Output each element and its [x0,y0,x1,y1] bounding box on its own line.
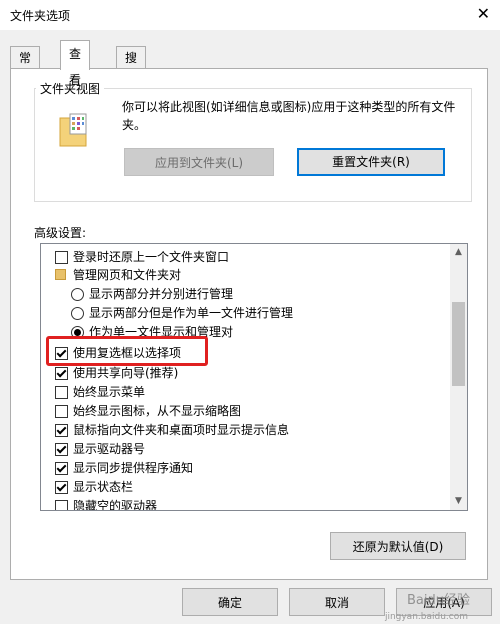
scrollbar[interactable]: ▲ ▼ [450,244,467,510]
checkbox[interactable] [55,386,68,399]
restore-defaults-button[interactable]: 还原为默认值(D) [330,532,466,560]
ok-button[interactable]: 确定 [182,588,278,616]
watermark: Baidu经验 [407,593,470,608]
checkbox[interactable] [55,500,68,510]
folder-icon [55,269,66,280]
advanced-settings-label: 高级设置: [34,226,87,240]
cancel-button[interactable]: 取消 [289,588,385,616]
title-bar: 文件夹选项 ✕ [0,0,500,30]
checkbox[interactable] [55,443,68,456]
window-title: 文件夹选项 [10,9,71,23]
checkbox[interactable] [55,367,68,380]
advanced-settings-list[interactable]: 登录时还原上一个文件夹窗口 管理网页和文件夹对 显示两部分并分别进行管理 显示两… [40,243,468,511]
reset-folders-button[interactable]: 重置文件夹(R) [297,148,445,176]
checkbox[interactable] [55,424,68,437]
close-icon[interactable]: ✕ [477,4,490,23]
apply-to-folders-button[interactable]: 应用到文件夹(L) [124,148,274,176]
checkbox[interactable] [55,462,68,475]
radio[interactable] [71,288,84,301]
tab-search[interactable]: 搜索 [116,46,147,87]
folder-icon [59,113,87,147]
scroll-thumb[interactable] [452,302,465,386]
scroll-down-icon[interactable]: ▼ [450,493,467,510]
tab-general[interactable]: 常规 [10,46,41,87]
radio[interactable] [71,307,84,320]
scroll-up-icon[interactable]: ▲ [450,244,467,261]
folder-views-description: 你可以将此视图(如详细信息或图标)应用于这种类型的所有文件夹。 [122,100,456,132]
watermark-url: jingyan.baidu.com [384,612,468,622]
checkbox[interactable] [55,481,68,494]
highlight-annotation [46,336,208,366]
checkbox[interactable] [55,405,68,418]
checkbox[interactable] [55,251,68,264]
tab-view[interactable]: 查看 [60,40,91,87]
